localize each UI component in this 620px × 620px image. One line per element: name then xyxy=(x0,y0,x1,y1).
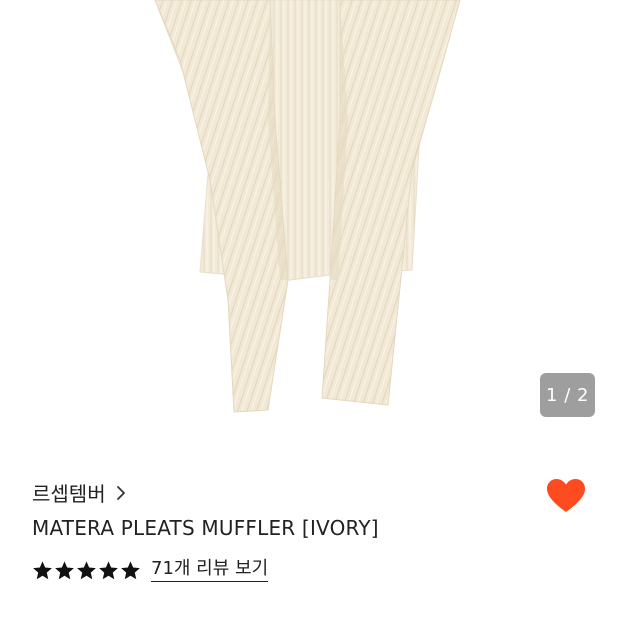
rating-stars xyxy=(32,560,141,581)
wishlist-button[interactable] xyxy=(544,476,588,516)
star-icon xyxy=(55,560,74,579)
review-link[interactable]: 71개 리뷰 보기 xyxy=(151,558,269,582)
star-icon xyxy=(99,560,118,579)
brand-link[interactable]: 르셉템버 xyxy=(32,478,128,507)
star-icon xyxy=(121,560,140,579)
product-title: MATERA PLEATS MUFFLER [IVORY] xyxy=(32,516,379,540)
heart-icon xyxy=(547,479,585,512)
star-icon xyxy=(33,560,52,579)
product-image xyxy=(154,0,461,413)
price-text: — xyxy=(32,612,192,620)
gallery-page-counter: 1 / 2 xyxy=(540,373,595,417)
product-image-gallery[interactable]: 1 / 2 xyxy=(0,0,620,440)
rating-row: 71개 리뷰 보기 xyxy=(32,558,269,582)
gallery-page-counter-text: 1 / 2 xyxy=(546,384,589,406)
chevron-right-icon xyxy=(114,483,128,503)
price-value: — xyxy=(32,612,58,620)
brand-name: 르셉템버 xyxy=(32,482,106,506)
star-icon xyxy=(77,560,96,579)
